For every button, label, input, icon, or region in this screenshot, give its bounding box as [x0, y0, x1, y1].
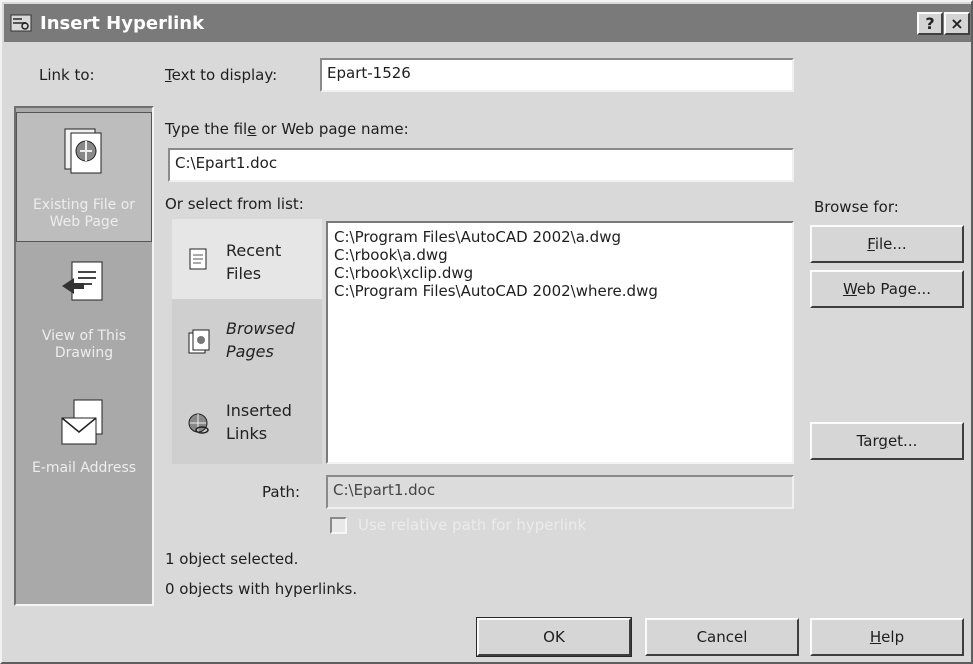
tab-label: Browsed Pages	[226, 319, 295, 361]
list-item[interactable]: C:\Program Files\AutoCAD 2002\a.dwg	[334, 228, 786, 246]
tab-label: Recent Files	[226, 241, 282, 283]
sidebar-item-label: E-mail Address	[31, 460, 137, 476]
ok-button[interactable]: OK	[476, 617, 632, 657]
select-from-list-label: Or select from list:	[165, 195, 304, 213]
link-to-email[interactable]: E-mail Address	[16, 390, 152, 500]
tab-inserted-links[interactable]: Inserted Links	[172, 383, 322, 463]
tab-browsed-pages[interactable]: Browsed Pages	[172, 301, 322, 381]
cancel-button[interactable]: Cancel	[645, 618, 799, 656]
list-item[interactable]: C:\rbook\xclip.dwg	[334, 264, 786, 282]
email-icon	[58, 398, 110, 450]
browse-file-button[interactable]: File...	[810, 225, 964, 263]
status-hyperlink-count: 0 objects with hyperlinks.	[165, 580, 358, 598]
tab-label: Inserted Links	[226, 401, 292, 443]
text-to-display-label: Text to display:	[165, 66, 278, 84]
relative-path-label: Use relative path for hyperlink	[358, 516, 587, 534]
title-bar[interactable]: Insert Hyperlink ? ×	[4, 4, 971, 42]
sidebar-item-label: Existing File or Web Page	[32, 197, 136, 230]
link-to-bar: Existing File or Web Page View of This D…	[14, 106, 154, 606]
list-item[interactable]: C:\Program Files\AutoCAD 2002\where.dwg	[334, 282, 786, 300]
link-to-label: Link to:	[39, 66, 95, 84]
path-field: C:\Epart1.doc	[326, 475, 794, 509]
text-to-display-input[interactable]: Epart-1526	[320, 58, 794, 92]
tab-recent-files[interactable]: Recent Files	[172, 219, 322, 299]
browsed-pages-icon	[186, 329, 212, 355]
existing-file-icon	[59, 125, 111, 177]
link-to-existing-file[interactable]: Existing File or Web Page	[16, 112, 152, 242]
recent-files-icon	[186, 247, 212, 273]
inserted-links-icon	[186, 411, 212, 437]
sidebar-item-label: View of This Drawing	[41, 328, 127, 361]
relative-path-checkbox[interactable]	[330, 517, 347, 534]
dialog-title: Insert Hyperlink	[40, 13, 205, 34]
list-item[interactable]: C:\rbook\a.dwg	[334, 246, 786, 264]
target-button[interactable]: Target...	[810, 422, 964, 460]
recent-files-list[interactable]: C:\Program Files\AutoCAD 2002\a.dwg C:\r…	[326, 221, 794, 464]
hyperlink-icon	[10, 14, 32, 32]
path-label: Path:	[262, 483, 301, 501]
insert-hyperlink-dialog: Insert Hyperlink ? × Link to: Existing F…	[0, 0, 973, 664]
browse-for-label: Browse for:	[814, 198, 899, 216]
filename-input[interactable]: C:\Epart1.doc	[168, 148, 794, 182]
list-source-tabs: Recent Files Browsed Pages Inserted Links	[172, 219, 322, 464]
help-title-button[interactable]: ?	[917, 12, 943, 35]
close-button[interactable]: ×	[944, 12, 970, 35]
help-button[interactable]: Help	[810, 618, 964, 656]
browse-web-page-button[interactable]: Web Page...	[810, 270, 964, 308]
filename-label: Type the file or Web page name:	[165, 120, 409, 138]
link-to-this-drawing[interactable]: View of This Drawing	[16, 250, 152, 380]
status-selected-count: 1 object selected.	[165, 550, 299, 568]
drawing-view-icon	[58, 258, 110, 310]
